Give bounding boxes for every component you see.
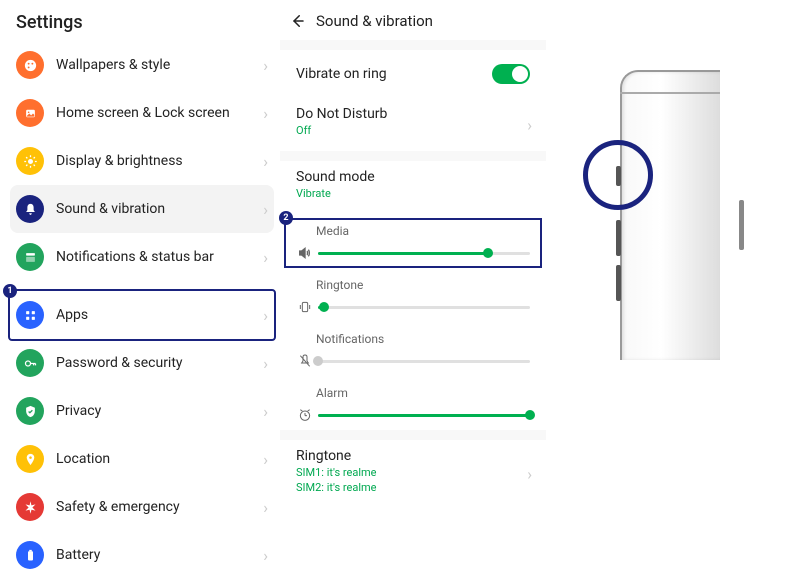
shield-icon [16, 397, 44, 425]
settings-item-label: Home screen & Lock screen [56, 105, 263, 121]
settings-item-apps[interactable]: Apps › [10, 291, 274, 339]
chevron-right-icon: › [263, 546, 268, 565]
ringtone-volume-block: Ringtone [286, 268, 540, 322]
chevron-right-icon: › [527, 465, 532, 484]
speaker-icon [296, 244, 314, 262]
chevron-right-icon: › [263, 248, 268, 267]
sound-mode-row[interactable]: Sound mode Vibrate [286, 161, 540, 214]
settings-item-label: Apps [56, 307, 263, 323]
notifications-volume-block: Notifications [286, 322, 540, 376]
settings-item-wallpapers[interactable]: Wallpapers & style › [10, 41, 274, 89]
chevron-right-icon: › [263, 56, 268, 75]
alarm-volume-block: Alarm [286, 376, 540, 430]
emergency-icon [16, 493, 44, 521]
settings-item-label: Password & security [56, 355, 263, 371]
settings-item-label: Sound & vibration [56, 201, 263, 217]
sun-icon [16, 147, 44, 175]
settings-item-password[interactable]: Password & security › [10, 339, 274, 387]
volume-down-button-icon [616, 265, 621, 301]
settings-item-label: Safety & emergency [56, 499, 263, 515]
settings-item-label: Location [56, 451, 263, 467]
slider-label: Alarm [316, 386, 530, 400]
settings-item-label: Display & brightness [56, 153, 263, 169]
sound-vibration-panel: Sound & vibration Vibrate on ring Do Not… [280, 0, 540, 543]
chevron-right-icon: › [263, 402, 268, 421]
ringtone-row[interactable]: Ringtone SIM1: it's realme SIM2: it's re… [286, 440, 540, 508]
chevron-right-icon: › [263, 306, 268, 325]
media-volume-block: Media [286, 214, 540, 268]
ringtone-slider[interactable] [318, 306, 530, 309]
alarm-clock-icon [296, 406, 314, 424]
settings-item-label: Battery [56, 547, 263, 563]
row-value: Vibrate [296, 187, 530, 200]
settings-item-privacy[interactable]: Privacy › [10, 387, 274, 435]
settings-item-location[interactable]: Location › [10, 435, 274, 483]
key-icon [16, 349, 44, 377]
media-slider[interactable] [318, 252, 530, 255]
slider-label: Media [316, 224, 530, 238]
alarm-slider[interactable] [318, 414, 530, 417]
vibrate-icon [296, 298, 314, 316]
bell-off-icon [296, 352, 314, 370]
power-button-icon [739, 200, 744, 250]
settings-item-homescreen[interactable]: Home screen & Lock screen › [10, 89, 274, 137]
settings-item-sound[interactable]: Sound & vibration › [10, 185, 274, 233]
row-value: Off [296, 124, 530, 137]
phone-illustration [540, 0, 800, 543]
location-pin-icon [16, 445, 44, 473]
row-label: Sound mode [296, 169, 530, 185]
chevron-right-icon: › [263, 104, 268, 123]
image-icon [16, 99, 44, 127]
settings-item-safety[interactable]: Safety & emergency › [10, 483, 274, 531]
settings-item-label: Notifications & status bar [56, 249, 263, 265]
chevron-right-icon: › [263, 152, 268, 171]
row-label: Ringtone [296, 448, 530, 464]
notifications-slider[interactable] [318, 360, 530, 363]
back-arrow-icon[interactable] [288, 12, 306, 30]
palette-icon [16, 51, 44, 79]
settings-item-notifications[interactable]: Notifications & status bar › [10, 233, 274, 281]
row-label: Do Not Disturb [296, 106, 530, 122]
settings-panel: Settings Wallpapers & style › Home scree… [0, 0, 280, 543]
volume-up-button-icon [616, 220, 621, 256]
chevron-right-icon: › [263, 498, 268, 517]
battery-icon [16, 541, 44, 569]
chevron-right-icon: › [263, 354, 268, 373]
chevron-right-icon: › [263, 200, 268, 219]
apps-grid-icon [16, 301, 44, 329]
chevron-right-icon: › [263, 450, 268, 469]
highlight-circle [583, 140, 653, 210]
bell-icon [16, 195, 44, 223]
panel-title: Sound & vibration [316, 12, 433, 30]
phone-body [620, 70, 720, 360]
slider-label: Notifications [316, 332, 530, 346]
vibrate-on-ring-row[interactable]: Vibrate on ring [286, 50, 540, 98]
row-value-sim1: SIM1: it's realme [296, 466, 530, 479]
dnd-row[interactable]: Do Not Disturb Off › [286, 98, 540, 151]
settings-item-label: Privacy [56, 403, 263, 419]
row-label: Vibrate on ring [296, 66, 492, 82]
settings-item-label: Wallpapers & style [56, 57, 263, 73]
settings-item-battery[interactable]: Battery › [10, 531, 274, 579]
chevron-right-icon: › [527, 115, 532, 134]
vibrate-toggle[interactable] [492, 64, 530, 84]
notification-bar-icon [16, 243, 44, 271]
settings-item-display[interactable]: Display & brightness › [10, 137, 274, 185]
settings-title: Settings [10, 8, 274, 41]
row-value-sim2: SIM2: it's realme [296, 481, 530, 494]
slider-label: Ringtone [316, 278, 530, 292]
